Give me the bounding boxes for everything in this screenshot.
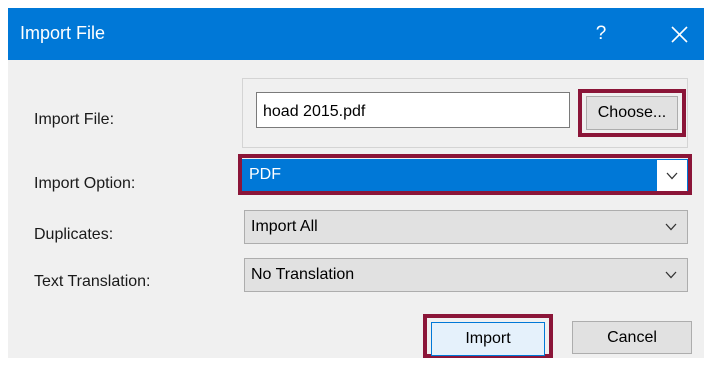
title-bar: Import File ?: [8, 8, 704, 60]
choose-button-label: Choose...: [597, 104, 667, 121]
duplicates-value: Import All: [251, 218, 318, 235]
import-button[interactable]: Import: [431, 322, 545, 356]
text-translation-value: No Translation: [251, 266, 355, 283]
choose-button[interactable]: Choose...: [586, 96, 678, 130]
chevron-down-icon: [665, 271, 677, 279]
close-button[interactable]: [656, 8, 702, 60]
close-icon: [670, 25, 688, 43]
cancel-button-label: Cancel: [607, 328, 657, 346]
cancel-button[interactable]: Cancel: [572, 321, 692, 354]
text-translation-select[interactable]: No Translation: [244, 258, 688, 292]
duplicates-select[interactable]: Import All: [244, 210, 688, 244]
import-file-label: Import File:: [34, 111, 115, 128]
duplicates-label: Duplicates:: [34, 226, 114, 243]
question-icon: ?: [595, 23, 607, 44]
help-button[interactable]: ?: [578, 8, 624, 60]
import-option-highlight: [238, 154, 692, 195]
chevron-down-icon: [665, 223, 677, 231]
import-option-label: Import Option:: [34, 175, 136, 192]
import-file-input[interactable]: [256, 92, 570, 128]
import-file-dialog: Import File ? Import File: Choose... Imp…: [8, 8, 704, 358]
text-translation-label: Text Translation:: [34, 273, 151, 290]
window-title: Import File: [20, 23, 106, 43]
import-button-label: Import: [465, 330, 511, 347]
